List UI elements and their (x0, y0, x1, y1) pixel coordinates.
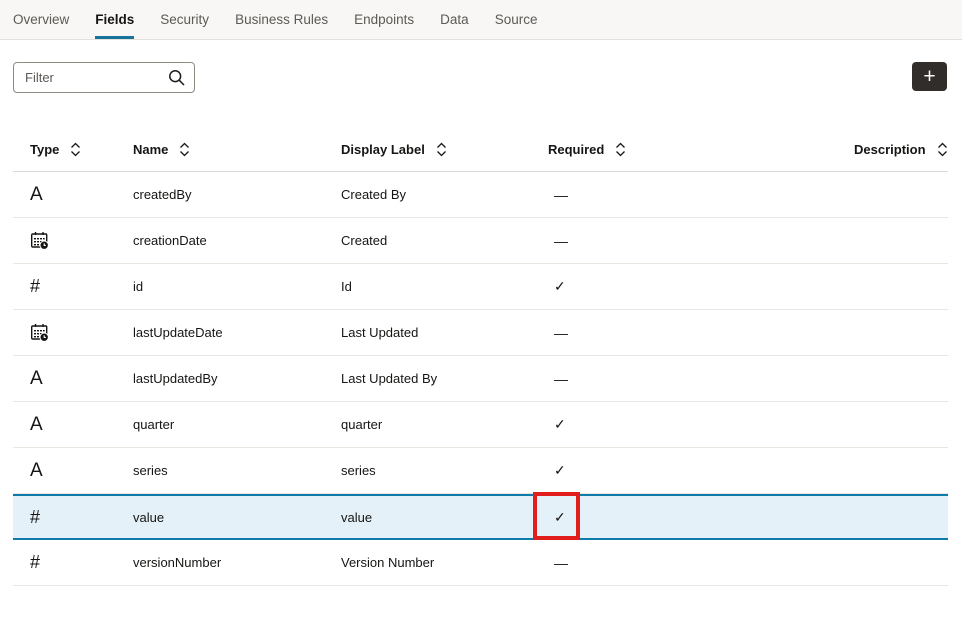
column-header-display-label[interactable]: Display Label (341, 142, 548, 157)
table-row[interactable]: A quarter quarter ✓ (13, 402, 948, 448)
column-header-label: Name (133, 142, 168, 157)
number-type-icon: # (30, 507, 40, 528)
fields-table: Type Name Display Label Required (13, 128, 948, 586)
not-required-dash-icon: — (554, 371, 568, 387)
add-field-button[interactable]: + (912, 62, 947, 91)
required-check-icon: ✓ (554, 462, 566, 478)
required-cell: ✓ (548, 416, 757, 433)
table-row[interactable]: A lastUpdatedBy Last Updated By — (13, 356, 948, 402)
tab-data[interactable]: Data (440, 0, 469, 39)
datetime-type-icon (30, 323, 49, 342)
name-cell: id (133, 279, 341, 294)
table-row-selected[interactable]: # value value ✓ (13, 494, 948, 540)
display-label-cell: Id (341, 279, 548, 294)
name-cell: lastUpdateDate (133, 325, 341, 340)
filter-field-wrap (13, 62, 195, 93)
type-cell: A (13, 414, 133, 436)
number-type-icon: # (30, 276, 40, 297)
text-type-icon: A (30, 414, 43, 436)
tab-security[interactable]: Security (160, 0, 209, 39)
table-row[interactable]: lastUpdateDate Last Updated — (13, 310, 948, 356)
required-check-icon: ✓ (554, 509, 566, 525)
sort-icon (436, 142, 447, 157)
sort-icon (615, 142, 626, 157)
required-check-icon: ✓ (554, 416, 566, 432)
required-check-icon: ✓ (554, 278, 566, 294)
not-required-dash-icon: — (554, 233, 568, 249)
required-cell: — (548, 187, 757, 203)
datetime-type-icon (30, 231, 49, 250)
type-cell (13, 231, 133, 250)
display-label-cell: Created (341, 233, 548, 248)
column-header-label: Required (548, 142, 604, 157)
type-cell: A (13, 184, 133, 206)
display-label-cell: Created By (341, 187, 548, 202)
display-label-cell: quarter (341, 417, 548, 432)
text-type-icon: A (30, 184, 43, 206)
table-row[interactable]: # versionNumber Version Number — (13, 540, 948, 586)
tab-endpoints[interactable]: Endpoints (354, 0, 414, 39)
tab-source[interactable]: Source (495, 0, 538, 39)
table-row[interactable]: A createdBy Created By — (13, 172, 948, 218)
display-label-cell: Last Updated By (341, 371, 548, 386)
required-cell: ✓ (548, 278, 757, 295)
required-cell: — (548, 555, 757, 571)
required-cell: ✓ (548, 509, 757, 526)
required-cell: ✓ (548, 462, 757, 479)
search-icon (168, 69, 185, 86)
column-header-label: Type (30, 142, 59, 157)
tab-fields[interactable]: Fields (95, 0, 134, 39)
not-required-dash-icon: — (554, 555, 568, 571)
type-cell: A (13, 368, 133, 390)
display-label-cell: Last Updated (341, 325, 548, 340)
column-header-required[interactable]: Required (548, 142, 757, 157)
type-cell: # (13, 552, 133, 573)
type-cell: # (13, 276, 133, 297)
sort-icon (179, 142, 190, 157)
type-cell: # (13, 507, 133, 528)
sort-icon (937, 142, 948, 157)
name-cell: lastUpdatedBy (133, 371, 341, 386)
table-row[interactable]: A series series ✓ (13, 448, 948, 494)
display-label-cell: series (341, 463, 548, 478)
name-cell: creationDate (133, 233, 341, 248)
required-cell: — (548, 325, 757, 341)
tab-overview[interactable]: Overview (13, 0, 69, 39)
table-header-row: Type Name Display Label Required (13, 128, 948, 172)
sort-icon (70, 142, 81, 157)
required-cell: — (548, 371, 757, 387)
required-cell: — (548, 233, 757, 249)
name-cell: series (133, 463, 341, 478)
text-type-icon: A (30, 368, 43, 390)
text-type-icon: A (30, 460, 43, 482)
name-cell: versionNumber (133, 555, 341, 570)
table-row[interactable]: # id Id ✓ (13, 264, 948, 310)
display-label-cell: Version Number (341, 555, 548, 570)
column-header-name[interactable]: Name (133, 142, 341, 157)
column-header-description[interactable]: Description (757, 142, 948, 157)
name-cell: quarter (133, 417, 341, 432)
type-cell: A (13, 460, 133, 482)
tab-business-rules[interactable]: Business Rules (235, 0, 328, 39)
tab-bar: Overview Fields Security Business Rules … (0, 0, 962, 40)
display-label-cell: value (341, 510, 548, 525)
name-cell: createdBy (133, 187, 341, 202)
number-type-icon: # (30, 552, 40, 573)
column-header-type[interactable]: Type (13, 142, 133, 157)
type-cell (13, 323, 133, 342)
not-required-dash-icon: — (554, 187, 568, 203)
not-required-dash-icon: — (554, 325, 568, 341)
table-row[interactable]: creationDate Created — (13, 218, 948, 264)
column-header-label: Description (854, 142, 926, 157)
column-header-label: Display Label (341, 142, 425, 157)
name-cell: value (133, 510, 341, 525)
fields-page: Overview Fields Security Business Rules … (0, 0, 962, 617)
